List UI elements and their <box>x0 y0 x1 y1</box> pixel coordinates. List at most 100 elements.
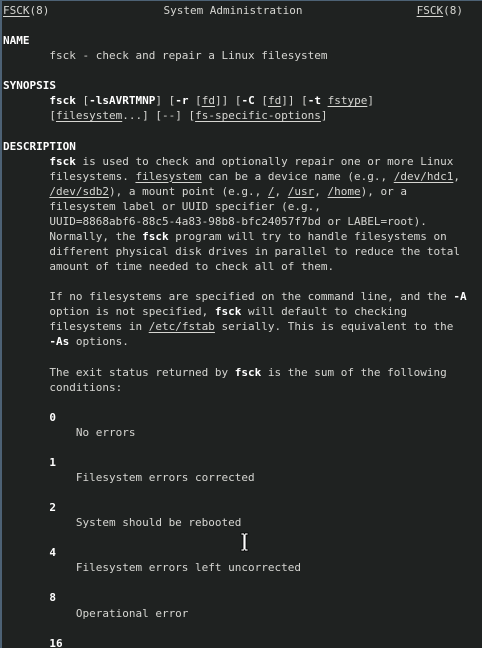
bold-text: DESCRIPTION <box>3 139 76 153</box>
bold-text: fsck <box>49 154 76 168</box>
text: , <box>314 184 328 198</box>
underlined-text: filesystem <box>55 109 123 123</box>
underlined-text: /usr <box>287 184 315 198</box>
man-line: Normally, the fsck program will try to h… <box>3 229 482 244</box>
man-line: UUID=8868abf6-88c5-4a83-98b8-bfc24057f7b… <box>3 214 482 229</box>
bold-text: fsck <box>234 365 262 379</box>
bold-text: -t <box>307 94 321 108</box>
text: serially. This is equivalent to the <box>214 320 454 334</box>
man-line: Filesystem errors corrected <box>3 470 482 485</box>
bold-text: 8 <box>49 591 56 605</box>
header-left: FSCK(8) <box>3 3 49 18</box>
header-right-section: (8) <box>443 4 463 17</box>
header-center: System Administration <box>163 4 303 17</box>
underlined-text: fd <box>267 94 282 108</box>
underlined-text: /home <box>327 184 361 198</box>
man-line: Filesystem errors left uncorrected <box>3 560 482 575</box>
text: is the sum of the following <box>261 365 447 379</box>
text: [ <box>3 109 56 123</box>
man-line <box>3 349 482 364</box>
man-line: 0 <box>3 410 482 425</box>
text: ...] [--] [ <box>122 109 196 123</box>
man-line: filesystem label or UUID specifier (e.g.… <box>3 199 482 214</box>
text <box>3 591 49 604</box>
text <box>3 411 49 424</box>
text <box>3 94 49 107</box>
text <box>3 501 49 514</box>
man-header: FSCK(8) System Administration FSCK(8) <box>3 3 482 18</box>
text: can be a device name (e.g., <box>201 169 394 183</box>
text: Operational error <box>3 606 189 620</box>
text: option is not specified, <box>3 305 215 319</box>
text: conditions: <box>3 380 123 394</box>
text: program will try to handle filesystems o… <box>168 229 447 243</box>
man-line <box>3 124 482 139</box>
underlined-text: fstype <box>327 94 368 108</box>
text: fsck - check and repair a Linux filesyst… <box>3 49 328 63</box>
underlined-text: /dev/hdc1 <box>393 169 454 183</box>
bold-text: SYNOPSIS <box>3 79 56 93</box>
text <box>321 94 328 107</box>
text: amount of time needed to check all of th… <box>3 260 335 274</box>
text: [ <box>188 94 202 108</box>
text: filesystems in <box>3 320 149 334</box>
man-line <box>3 18 482 33</box>
man-line: No errors <box>3 425 482 440</box>
man-line: 16 <box>3 636 482 648</box>
text: different physical disk drives in parall… <box>3 245 460 258</box>
man-line: The exit status returned by fsck is the … <box>3 365 482 380</box>
text: ] <box>320 109 328 123</box>
bold-text: -C <box>241 94 255 108</box>
text: ]] [ <box>281 94 308 108</box>
man-line: SYNOPSIS <box>3 78 482 93</box>
text: will default to checking <box>241 305 407 319</box>
man-line <box>3 395 482 410</box>
man-line <box>3 485 482 500</box>
man-line: fsck - check and repair a Linux filesyst… <box>3 48 482 63</box>
man-line: 8 <box>3 590 482 605</box>
header-right: FSCK(8) <box>417 3 463 18</box>
text <box>3 185 49 198</box>
man-line: filesystems in /etc/fstab serially. This… <box>3 319 482 334</box>
text: [ <box>75 94 90 108</box>
text: The exit status returned by <box>3 365 235 379</box>
text-cursor-icon <box>240 532 249 552</box>
text: No errors <box>3 425 136 439</box>
man-line <box>3 440 482 455</box>
man-line: different physical disk drives in parall… <box>3 244 482 259</box>
text <box>3 335 49 348</box>
text: Filesystem errors left uncorrected <box>3 561 302 575</box>
bold-text: 1 <box>49 455 56 469</box>
header-right-name: FSCK <box>416 4 444 17</box>
man-line: System should be rebooted <box>3 515 482 530</box>
bold-text: -lsAVRTMNP <box>89 94 156 108</box>
text: ] [ <box>155 94 176 108</box>
text: ] <box>367 94 374 108</box>
text: Filesystem errors corrected <box>3 470 255 484</box>
underlined-text: fs-specific-options <box>195 109 321 123</box>
man-line: If no filesystems are specified on the c… <box>3 289 482 304</box>
terminal-window[interactable]: FSCK(8) System Administration FSCK(8) NA… <box>0 0 482 648</box>
bold-text: 0 <box>49 410 56 424</box>
header-left-name: FSCK <box>3 4 30 17</box>
text: ]] [ <box>214 94 242 108</box>
underlined-text: /etc/fstab <box>148 320 215 334</box>
man-line: 2 <box>3 500 482 515</box>
man-line: /dev/sdb2), a mount point (e.g., /, /usr… <box>3 184 482 199</box>
text <box>3 155 49 168</box>
man-line: -As options. <box>3 334 482 349</box>
man-line: fsck [-lsAVRTMNP] [-r [fd]] [-C [fd]] [-… <box>3 93 482 108</box>
underlined-text: filesystem <box>135 169 202 183</box>
man-line: Operational error <box>3 606 482 621</box>
bold-text: 16 <box>49 636 63 648</box>
text <box>3 637 49 648</box>
text: UUID=8868abf6-88c5-4a83-98b8-bfc24057f7b… <box>3 214 427 228</box>
bold-text: 2 <box>49 501 56 515</box>
underlined-text: /dev/sdb2 <box>49 184 109 198</box>
bold-text: NAME <box>3 34 30 48</box>
bold-text: 4 <box>49 546 56 560</box>
man-line: filesystems. filesystem can be a device … <box>3 169 482 184</box>
man-line <box>3 63 482 78</box>
man-line <box>3 621 482 636</box>
text: System should be rebooted <box>3 516 242 530</box>
